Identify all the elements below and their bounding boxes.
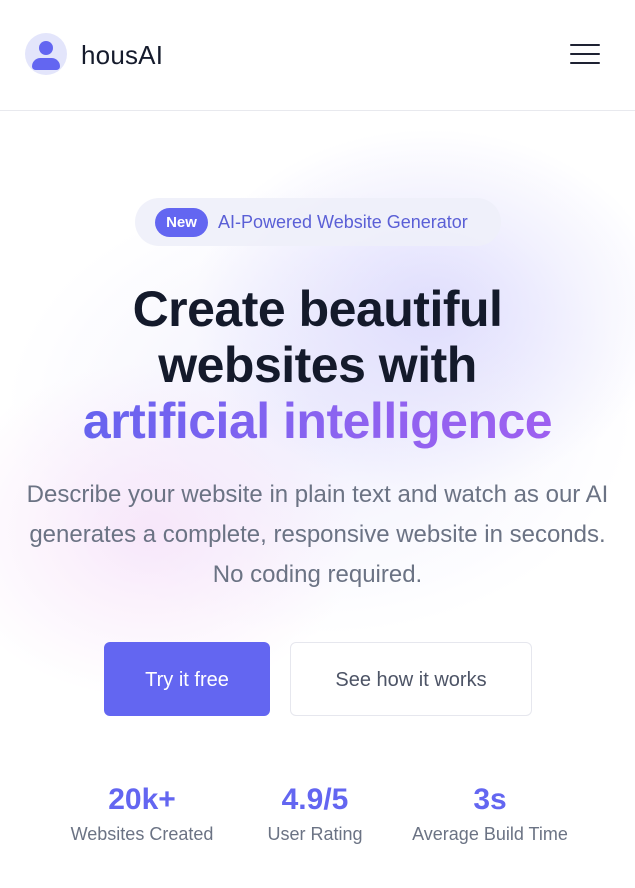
menu-bar-bottom	[570, 62, 600, 64]
headline-line-1: Create beautiful	[132, 281, 503, 337]
hero-description: Describe your website in plain text and …	[26, 481, 609, 588]
brand-name[interactable]: housAI	[81, 38, 163, 72]
announcement-text: AI-Powered Website Generator	[218, 212, 468, 232]
hero-headline: Create beautiful websites with artificia…	[0, 281, 635, 449]
page: housAI New AI-Powered Website Generator …	[0, 0, 635, 888]
stat-user-rating: 4.9/5 User Rating	[255, 781, 375, 845]
stat-label: Websites Created	[70, 824, 214, 844]
user-avatar-icon[interactable]	[25, 33, 67, 75]
try-it-free-button[interactable]: Try it free	[104, 642, 270, 716]
stat-label: User Rating	[267, 824, 363, 844]
avatar-head-shape	[39, 41, 53, 55]
top-navbar: housAI	[0, 0, 635, 111]
stat-value: 20k+	[108, 783, 176, 816]
hero-section: New AI-Powered Website Generator Create …	[0, 111, 635, 888]
new-tag: New	[155, 208, 208, 237]
headline-line-2: websites with	[158, 337, 477, 393]
headline-accent: artificial intelligence	[0, 393, 635, 449]
avatar-shoulders-shape	[32, 58, 60, 70]
stat-value: 3s	[473, 783, 507, 816]
stat-websites-created: 20k+ Websites Created	[62, 781, 222, 845]
announcement-badge: New AI-Powered Website Generator	[135, 198, 501, 246]
see-how-it-works-button[interactable]: See how it works	[290, 642, 532, 716]
stat-value: 4.9/5	[281, 783, 349, 816]
stat-average-build-time: 3s Average Build Time	[405, 781, 575, 845]
menu-bar-middle	[570, 53, 600, 55]
hamburger-menu-icon[interactable]	[566, 40, 602, 70]
menu-bar-top	[570, 44, 600, 46]
stat-label: Average Build Time	[412, 824, 568, 844]
